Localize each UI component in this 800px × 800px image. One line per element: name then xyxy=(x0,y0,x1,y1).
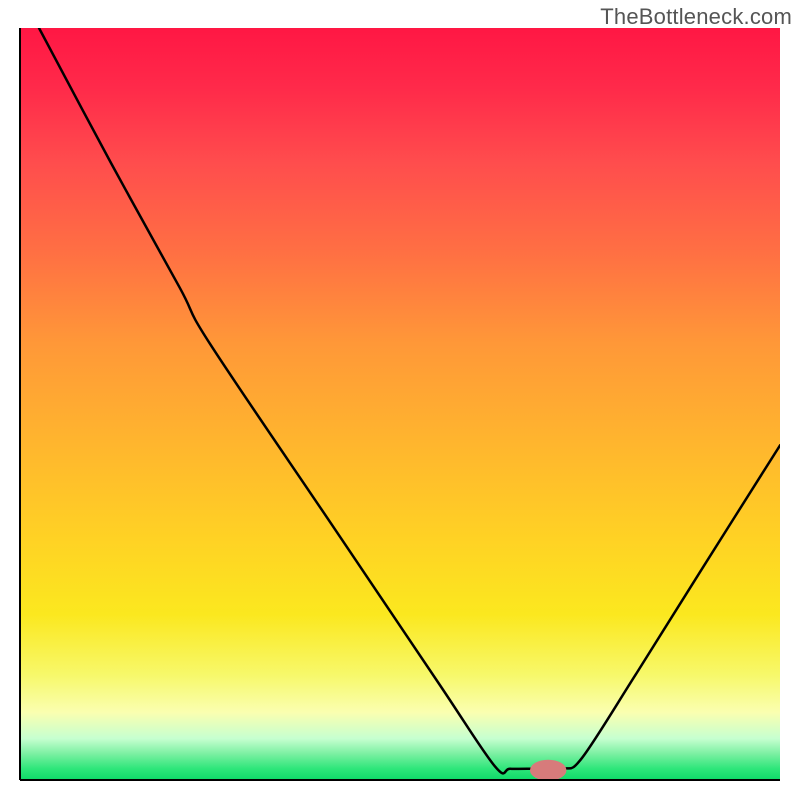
bottleneck-chart xyxy=(0,0,800,800)
optimal-marker xyxy=(530,760,566,781)
watermark-text: TheBottleneck.com xyxy=(600,4,792,30)
chart-container: TheBottleneck.com xyxy=(0,0,800,800)
